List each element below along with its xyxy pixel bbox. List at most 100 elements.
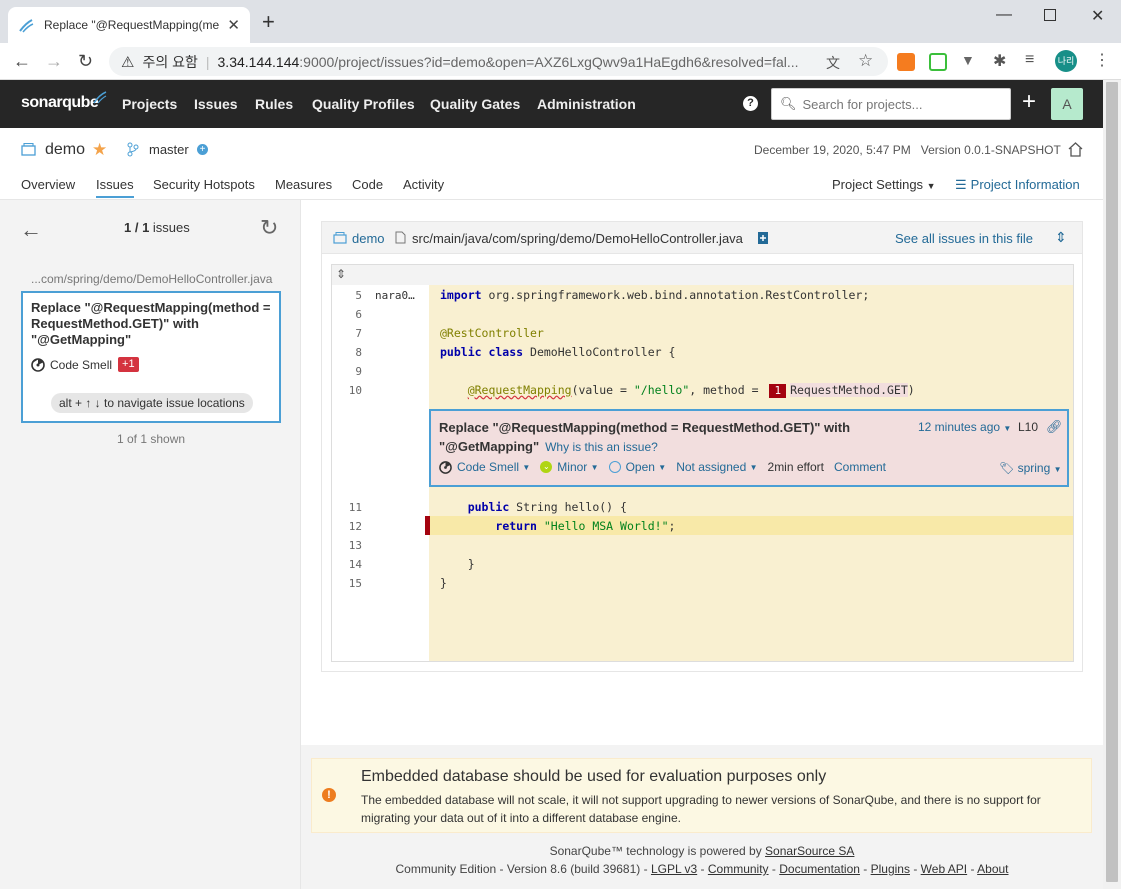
profile-avatar[interactable]: 나리: [1055, 50, 1077, 72]
severity-dropdown[interactable]: ⌄ Minor ▼: [540, 460, 599, 474]
inline-issue[interactable]: Replace "@RequestMapping(method = Reques…: [429, 409, 1069, 487]
search-projects-input[interactable]: 🔍︎ Search for projects...: [771, 88, 1011, 120]
tab-issues[interactable]: Issues: [96, 177, 134, 198]
issue-location[interactable]: @RequestMapping: [468, 383, 572, 397]
media-icon[interactable]: ≡: [1025, 51, 1034, 69]
tab-security-hotspots[interactable]: Security Hotspots: [153, 177, 255, 192]
line-number[interactable]: 14: [332, 558, 362, 571]
home-icon[interactable]: [1068, 142, 1083, 157]
maximize-icon[interactable]: [1044, 9, 1056, 21]
footer-link-community[interactable]: Community: [708, 862, 769, 876]
search-icon: 🔍︎: [780, 96, 797, 111]
nav-projects[interactable]: Projects: [122, 96, 177, 112]
issue-count: 1 / 1 issues: [124, 220, 190, 235]
source-viewer: demo src/main/java/com/spring/demo/DemoH…: [321, 221, 1083, 672]
secondary-location[interactable]: RequestMethod.GET: [790, 383, 908, 397]
close-tab-icon[interactable]: ✕: [227, 16, 240, 34]
footer-link-plugins[interactable]: Plugins: [871, 862, 910, 876]
tab-activity[interactable]: Activity: [403, 177, 444, 192]
line-number[interactable]: 12: [332, 520, 362, 533]
expand-lines-icon[interactable]: ⇕: [336, 267, 346, 281]
extension-icon[interactable]: [897, 53, 915, 71]
location-badge[interactable]: 1: [769, 384, 787, 398]
nav-quality-profiles[interactable]: Quality Profiles: [312, 96, 415, 112]
type-dropdown[interactable]: Code Smell ▼: [439, 460, 530, 474]
translate-icon[interactable]: 文: [826, 53, 840, 73]
extension-icon[interactable]: [929, 53, 947, 71]
menu-kebab-icon[interactable]: ⋮: [1094, 50, 1110, 70]
sonarsource-link[interactable]: SonarSource SA: [765, 844, 854, 858]
line-number[interactable]: 8: [332, 346, 362, 359]
footer-link-about[interactable]: About: [977, 862, 1008, 876]
why-issue-link[interactable]: Why is this an issue?: [545, 440, 658, 454]
nav-quality-gates[interactable]: Quality Gates: [430, 96, 520, 112]
line-number[interactable]: 10: [332, 384, 362, 397]
line-number[interactable]: 13: [332, 539, 362, 552]
scm-author[interactable]: nara0…: [375, 289, 415, 302]
permalink-icon[interactable]: 🔗︎: [1046, 419, 1063, 435]
effort: 2min effort: [767, 460, 824, 474]
status-dropdown[interactable]: Open ▼: [608, 460, 666, 474]
tags-dropdown[interactable]: 🏷︎ spring ▼: [999, 461, 1062, 475]
user-avatar[interactable]: A: [1051, 88, 1083, 120]
issue-time-dropdown[interactable]: 12 minutes ago ▼: [918, 420, 1011, 434]
nav-administration[interactable]: Administration: [537, 96, 636, 112]
logo-waves-icon: [93, 91, 107, 104]
project-name[interactable]: demo: [45, 141, 85, 159]
selected-issue-card[interactable]: Replace "@RequestMapping(method = Reques…: [21, 291, 281, 423]
bookmark-star-icon[interactable]: ☆: [858, 51, 873, 71]
branch-info-icon[interactable]: +: [197, 144, 208, 155]
line-number[interactable]: 5: [332, 289, 362, 302]
tab-overview[interactable]: Overview: [21, 177, 75, 192]
line-number[interactable]: 11: [332, 501, 362, 514]
line-number[interactable]: 9: [332, 365, 362, 378]
expand-bar[interactable]: ⇕: [332, 265, 1073, 285]
browser-tab[interactable]: Replace "@RequestMapping(me ✕: [8, 7, 250, 43]
open-status-icon: [608, 461, 621, 473]
issue-type-label: Code Smell: [50, 357, 113, 372]
tag-label: spring: [1017, 461, 1051, 475]
minimize-icon[interactable]: —: [996, 6, 1012, 24]
project-information-link[interactable]: ☰ Project Information: [955, 177, 1080, 193]
scrollbar-thumb[interactable]: [1106, 82, 1118, 882]
extension-icon[interactable]: ▼: [961, 52, 975, 68]
comment-link[interactable]: Comment: [834, 460, 886, 474]
issue-message[interactable]: Replace "@RequestMapping(method = Reques…: [31, 300, 275, 348]
reload-issues-icon[interactable]: ↻: [260, 215, 278, 241]
branch-name[interactable]: master: [149, 142, 189, 157]
viewer-project-link[interactable]: demo: [352, 231, 385, 246]
url-host: 3.34.144.144: [217, 53, 300, 70]
assignee-dropdown[interactable]: Not assigned ▼: [676, 460, 757, 474]
line-number[interactable]: 7: [332, 327, 362, 340]
tab-measures[interactable]: Measures: [275, 177, 332, 192]
flow-badge: +1: [118, 357, 139, 372]
favorite-star-icon[interactable]: ★: [92, 140, 107, 160]
line-number[interactable]: 15: [332, 577, 362, 590]
address-bar[interactable]: ⚠ 주의 요함 | 3.34.144.144 :9000/project/iss…: [109, 47, 888, 76]
tab-code[interactable]: Code: [352, 177, 383, 192]
security-label: 주의 요함: [142, 53, 198, 70]
line-number[interactable]: 6: [332, 308, 362, 321]
footer-link-documentation[interactable]: Documentation: [779, 862, 860, 876]
footer-link-license[interactable]: LGPL v3: [651, 862, 697, 876]
sonarqube-favicon-icon: [19, 19, 34, 33]
back-arrow-icon[interactable]: ←: [20, 217, 42, 243]
issue-marker[interactable]: [425, 516, 430, 535]
expand-icon[interactable]: ⇕: [1055, 229, 1067, 246]
close-window-icon[interactable]: ✕: [1091, 6, 1104, 26]
nav-rules[interactable]: Rules: [255, 96, 293, 112]
inline-issue-message: Replace "@RequestMapping(method = Reques…: [439, 418, 899, 457]
puzzle-extensions-icon[interactable]: ✱: [993, 51, 1006, 71]
copy-path-icon[interactable]: [757, 231, 769, 245]
create-plus-icon[interactable]: +: [1022, 90, 1036, 114]
reload-icon[interactable]: ↻: [78, 51, 93, 71]
nav-issues[interactable]: Issues: [194, 96, 238, 112]
forward-icon[interactable]: →: [45, 51, 63, 71]
see-all-issues-link[interactable]: See all issues in this file: [895, 231, 1033, 246]
new-tab-icon[interactable]: +: [262, 11, 275, 33]
project-settings-dropdown[interactable]: Project Settings ▼: [832, 177, 936, 192]
help-icon[interactable]: ?: [743, 96, 758, 111]
footer-link-web-api[interactable]: Web API: [921, 862, 967, 876]
sonarqube-logo[interactable]: sonarqube: [21, 94, 99, 112]
back-icon[interactable]: ←: [13, 51, 31, 71]
